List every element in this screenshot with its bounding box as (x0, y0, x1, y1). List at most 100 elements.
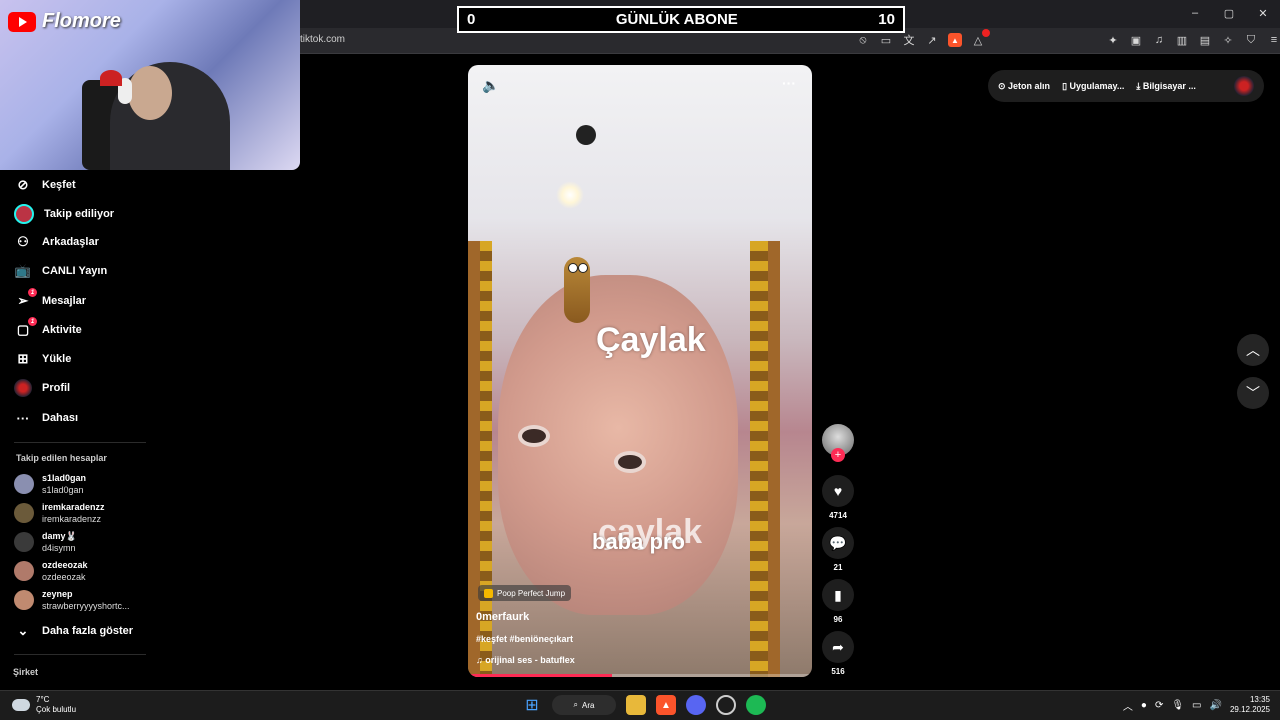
media-icon[interactable]: ♫ (1152, 33, 1166, 47)
file-explorer-icon[interactable] (626, 695, 646, 715)
screenshot-icon[interactable]: ▣ (1129, 33, 1143, 47)
get-coins-button[interactable]: ⊙ Jeton alın (998, 81, 1050, 92)
next-video-button[interactable]: ﹀ (1237, 377, 1269, 409)
game-pole-right (768, 241, 780, 677)
account-username: ozdeeozak (42, 560, 88, 570)
wallet-icon[interactable]: ▤ (1198, 33, 1212, 47)
nav-item-label: Arkadaşlar (42, 236, 99, 248)
sub-counter-right: 10 (878, 11, 895, 28)
volume-icon[interactable]: 🔈 (482, 77, 499, 94)
brave-shields-icon[interactable]: ▲ (948, 33, 962, 47)
extensions-icon[interactable]: ✦ (1106, 33, 1120, 47)
save-count: 96 (833, 615, 843, 624)
show-more-button[interactable]: ⌄ Daha fazla göster (14, 622, 134, 640)
tray-app-icon[interactable]: ● (1141, 700, 1147, 711)
video-overlay-text: Çaylak (596, 321, 706, 359)
user-avatar[interactable] (1234, 76, 1254, 96)
share-icon[interactable]: ↗ (925, 33, 939, 47)
cloud-icon (12, 699, 30, 711)
nav-item-live[interactable]: 📺 CANLI Yayın (14, 262, 107, 280)
cast-icon[interactable]: ▭ (879, 33, 893, 47)
brave-browser-icon[interactable]: ▲ (656, 695, 676, 715)
nav-item-upload[interactable]: ⊞ Yükle (14, 350, 72, 368)
coin-icon: ⊙ (998, 80, 1009, 91)
following-account[interactable]: s1lad0gan s1lad0gan (14, 472, 86, 496)
save-button[interactable]: ▮ (822, 579, 854, 611)
weather-widget[interactable]: 7°C Çok bulutlu (12, 695, 76, 715)
video-progress-bar[interactable] (468, 674, 812, 677)
share-button[interactable]: ➦ (822, 631, 854, 663)
nav-item-friends[interactable]: ⚇ Arkadaşlar (14, 233, 99, 251)
menu-icon[interactable]: ≡ (1267, 33, 1280, 47)
previous-video-button[interactable]: ︿ (1237, 334, 1269, 366)
video-subject-eye (518, 425, 550, 447)
channel-name: Flomore (42, 10, 121, 32)
spotify-icon[interactable] (746, 695, 766, 715)
microphone-icon[interactable]: 🎙 (1171, 700, 1184, 711)
url-field[interactable]: tiktok.com (300, 34, 345, 45)
translate-icon[interactable]: 文 (902, 33, 916, 47)
comment-button[interactable]: 💬 (822, 527, 854, 559)
compass-icon: ⊘ (17, 177, 29, 192)
nav-item-label: Mesajlar (42, 295, 87, 307)
nav-item-messages[interactable]: ➢ 1 Mesajlar (14, 288, 87, 310)
volume-tray-icon[interactable]: 🔊 (1210, 700, 1222, 711)
following-account[interactable]: zeynep strawberryyyyshortc... (14, 588, 130, 612)
more-options-icon[interactable]: ··· (782, 75, 796, 91)
nav-item-label: CANLI Yayın (42, 265, 108, 277)
maximize-button[interactable]: ▢ (1212, 0, 1246, 26)
like-button[interactable]: ♥ (822, 475, 854, 507)
obs-icon[interactable] (716, 695, 736, 715)
sidebar-icon[interactable]: ▥ (1175, 33, 1189, 47)
nav-item-profile[interactable]: Profil (14, 379, 70, 397)
clock[interactable]: 13:35 29.12.2025 (1230, 695, 1270, 715)
following-account[interactable]: ozdeeozak ozdeeozak (14, 559, 88, 583)
get-app-button[interactable]: ▯ Uygulamay... (1062, 81, 1124, 92)
following-account[interactable]: iremkaradenzz iremkaradenzz (14, 501, 105, 525)
network-icon[interactable]: ▭ (1192, 700, 1201, 711)
account-display: s1lad0gan (42, 485, 84, 495)
webcam-streamer-head (128, 66, 172, 120)
desktop-app-button[interactable]: ⤓ Bilgisayar ... (1136, 81, 1196, 92)
channel-logo: Flomore (8, 10, 121, 33)
following-account[interactable]: damy🐰 d4isymn (14, 530, 77, 554)
account-display: strawberryyyyshortc... (42, 601, 130, 611)
account-display: iremkaradenzz (42, 514, 102, 524)
get-coins-label: Jeton alın (1008, 80, 1051, 91)
sub-counter-left: 0 (467, 11, 476, 28)
sub-counter: 0 GÜNLÜK ABONE 10 (457, 6, 905, 33)
tracking-icon[interactable]: ⦸ (856, 33, 870, 47)
video-author[interactable]: 0merfaurk (476, 611, 529, 623)
minimize-button[interactable]: – (1178, 0, 1212, 26)
rewards-badge (982, 29, 990, 37)
nav-item-more[interactable]: ··· Dahası (14, 409, 79, 427)
leo-ai-icon[interactable]: ✧ (1221, 33, 1235, 47)
video-subject-eye (614, 451, 646, 473)
taskbar-search[interactable]: ⌕ Ara (552, 695, 616, 715)
video-sound[interactable]: ♫ orijinal ses - batuflex (476, 655, 575, 665)
sound-label: orijinal ses - batuflex (485, 655, 575, 665)
video-player[interactable]: Çaylak çaylak baba pro 🔈 ··· Poop Perfec… (468, 65, 812, 677)
avatar (14, 503, 34, 523)
avatar (14, 474, 34, 494)
nav-item-following[interactable]: Takip ediliyor (14, 204, 114, 224)
like-count: 4714 (829, 511, 847, 520)
game-tag[interactable]: Poop Perfect Jump (478, 585, 572, 601)
windows-start-icon[interactable]: ⊞ (522, 695, 542, 715)
nav-item-label: Takip ediliyor (44, 208, 115, 220)
close-window-button[interactable]: ✕ (1246, 0, 1280, 26)
video-hashtags[interactable]: #keşfet #beniöneçıkart (476, 634, 573, 644)
nav-item-activity[interactable]: ▢ 1 Aktivite (14, 317, 82, 339)
account-username: damy🐰 (42, 531, 77, 541)
discord-icon[interactable] (686, 695, 706, 715)
company-title[interactable]: Şirket (13, 667, 38, 677)
nav-item-explore[interactable]: ⊘ Keşfet (14, 176, 76, 194)
tray-overflow-icon[interactable]: ︿ (1123, 698, 1133, 713)
brave-rewards-icon[interactable]: △ (971, 29, 990, 47)
account-display: ozdeeozak (42, 572, 86, 582)
lamp-glow (556, 181, 584, 209)
tray-sync-icon[interactable]: ⟳ (1155, 700, 1163, 711)
game-character-eye (578, 263, 588, 273)
follow-plus-icon[interactable]: + (831, 448, 845, 462)
vpn-icon[interactable]: ⛉ (1244, 33, 1258, 47)
